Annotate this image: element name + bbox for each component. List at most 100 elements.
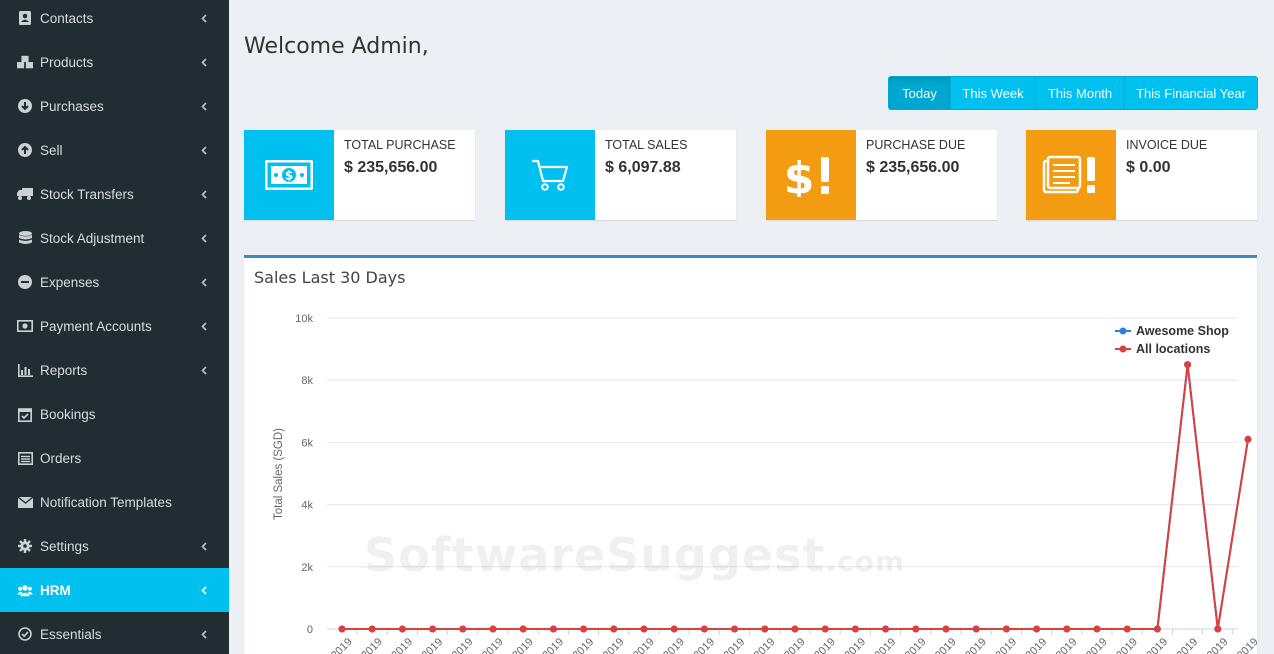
truck-icon	[17, 186, 33, 202]
x-tick-label: 2019	[329, 636, 355, 654]
filter-today-button[interactable]: Today	[889, 77, 950, 109]
legend-entry: Awesome Shop	[1136, 324, 1229, 338]
sidebar-item-expenses[interactable]: Expenses	[0, 260, 229, 304]
sidebar-item-stock-adjustment[interactable]: Stock Adjustment	[0, 216, 229, 260]
info-box-label: TOTAL SALES	[605, 138, 688, 152]
chevron-left-icon	[199, 629, 209, 639]
shopping-cart-icon	[505, 130, 595, 220]
x-tick-label: 2019	[510, 636, 536, 654]
x-tick-label: 2019	[1175, 636, 1201, 654]
sidebar: Contacts Products Purchases Sell Stock Trans…	[0, 0, 229, 654]
chevron-left-icon	[199, 13, 209, 23]
sidebar-item-essentials[interactable]: Essentials	[0, 612, 229, 654]
y-tick-label: 2k	[301, 562, 313, 574]
sidebar-item-reports[interactable]: Reports	[0, 348, 229, 392]
data-point	[580, 625, 588, 633]
x-tick-label: 2019	[1205, 636, 1231, 654]
x-tick-label: 2019	[601, 636, 627, 654]
check-circle-icon	[17, 626, 33, 642]
data-point	[1184, 361, 1192, 369]
sidebar-item-orders[interactable]: Orders	[0, 436, 229, 480]
sidebar-item-label: Expenses	[40, 274, 100, 290]
watermark: SoftwareSuggest.com	[364, 528, 906, 582]
x-tick-label: 2019	[1024, 636, 1050, 654]
data-point	[640, 625, 648, 633]
x-tick-label: 2019	[842, 636, 868, 654]
info-box-value: $ 235,656.00	[866, 159, 960, 176]
chevron-left-icon	[199, 277, 209, 287]
sidebar-item-notification-templates[interactable]: Notification Templates	[0, 480, 229, 524]
sidebar-item-label: HRM	[40, 582, 71, 598]
legend-marker	[1119, 327, 1127, 335]
svg-text:$: $	[285, 169, 293, 183]
data-point	[761, 625, 769, 633]
info-box-total-sales: TOTAL SALES $ 6,097.88	[505, 130, 736, 220]
data-point	[912, 625, 920, 633]
cubes-icon	[17, 54, 33, 70]
date-filter-group: Today This Week This Month This Financia…	[888, 76, 1258, 110]
series-line-all-locations	[342, 364, 1249, 630]
x-tick-label: 2019	[359, 636, 385, 654]
arrow-circle-up-icon	[17, 142, 33, 158]
sidebar-item-settings[interactable]: Settings	[0, 524, 229, 568]
info-box-label: INVOICE DUE	[1126, 138, 1208, 152]
sidebar-item-label: Sell	[40, 142, 63, 158]
arrow-circle-down-icon	[17, 98, 33, 114]
sidebar-item-purchases[interactable]: Purchases	[0, 84, 229, 128]
sidebar-item-label: Essentials	[40, 626, 102, 642]
x-tick-label: 2019	[1084, 636, 1110, 654]
money-bill-icon: $	[244, 130, 334, 220]
data-point	[700, 625, 708, 633]
welcome-heading: Welcome Admin,	[244, 34, 429, 59]
x-tick-label: 2019	[661, 636, 687, 654]
chevron-left-icon	[199, 101, 209, 111]
sidebar-item-label: Settings	[40, 538, 89, 554]
data-point	[489, 625, 497, 633]
sidebar-item-sell[interactable]: Sell	[0, 128, 229, 172]
x-tick-label: 2019	[933, 636, 959, 654]
sidebar-item-contacts[interactable]: Contacts	[0, 0, 229, 40]
y-tick-label: 8k	[301, 375, 313, 387]
y-tick-label: 6k	[301, 437, 313, 449]
svg-text:$: $	[784, 153, 814, 197]
bar-chart-icon	[17, 362, 33, 378]
data-point	[821, 625, 829, 633]
x-tick-label: 2019	[1235, 636, 1257, 654]
sidebar-item-stock-transfers[interactable]: Stock Transfers	[0, 172, 229, 216]
sidebar-item-bookings[interactable]: Bookings	[0, 392, 229, 436]
contacts-icon	[17, 10, 33, 26]
x-tick-label: 2019	[631, 636, 657, 654]
filter-this-month-button[interactable]: This Month	[1035, 77, 1124, 109]
filter-this-week-button[interactable]: This Week	[950, 77, 1035, 109]
legend-entry: All locations	[1136, 342, 1210, 356]
x-tick-label: 2019	[1114, 636, 1140, 654]
money-icon	[17, 318, 33, 334]
info-box-label: PURCHASE DUE	[866, 138, 966, 152]
x-tick-label: 2019	[571, 636, 597, 654]
x-tick-label: 2019	[812, 636, 838, 654]
sidebar-item-products[interactable]: Products	[0, 40, 229, 84]
dollar-exclamation-icon: $	[766, 130, 856, 220]
x-tick-label: 2019	[420, 636, 446, 654]
filter-this-financial-year-button[interactable]: This Financial Year	[1124, 77, 1257, 109]
sidebar-item-label: Notification Templates	[40, 494, 172, 510]
sidebar-item-hrm[interactable]: HRM	[0, 568, 229, 612]
data-point	[791, 625, 799, 633]
sidebar-item-payment-accounts[interactable]: Payment Accounts	[0, 304, 229, 348]
data-point	[610, 625, 618, 633]
data-point	[368, 625, 376, 633]
sidebar-item-label: Reports	[40, 362, 88, 378]
x-tick-label: 2019	[691, 636, 717, 654]
data-point	[429, 625, 437, 633]
info-box-value: $ 235,656.00	[344, 159, 438, 176]
sidebar-item-label: Bookings	[40, 406, 96, 422]
y-tick-label: 4k	[301, 500, 313, 512]
data-point	[1093, 625, 1101, 633]
users-icon	[17, 582, 33, 598]
x-tick-label: 2019	[873, 636, 899, 654]
data-point	[942, 625, 950, 633]
info-box-value: $ 6,097.88	[605, 159, 681, 176]
x-tick-label: 2019	[722, 636, 748, 654]
x-tick-label: 2019	[993, 636, 1019, 654]
x-tick-label: 2019	[963, 636, 989, 654]
